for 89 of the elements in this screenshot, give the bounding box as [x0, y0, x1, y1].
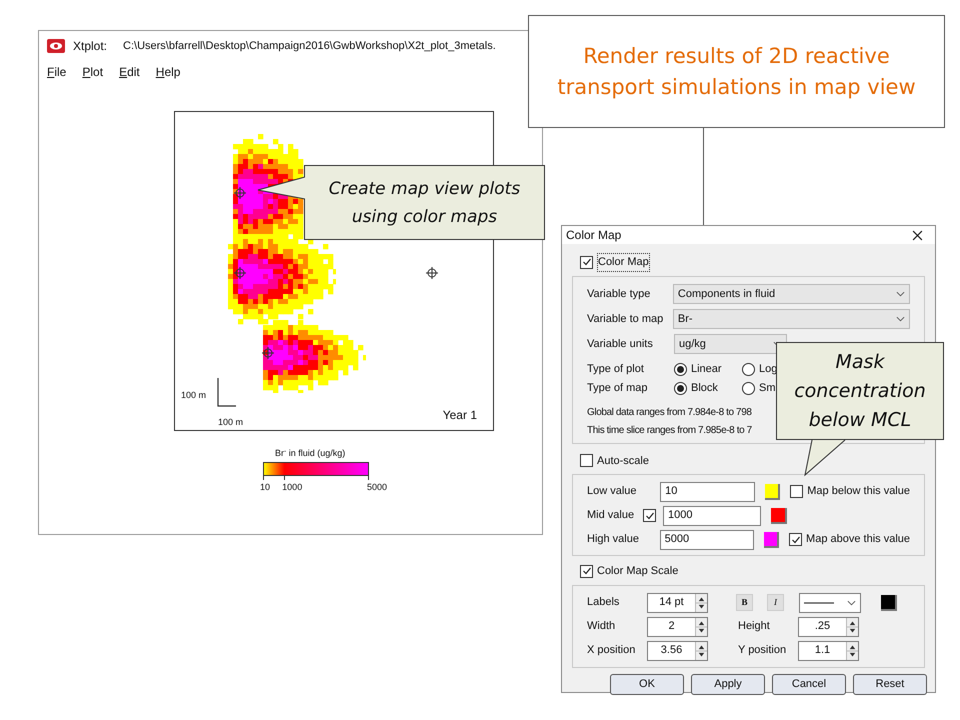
- dropdown[interactable]: Br-: [672, 309, 910, 329]
- dialog-button[interactable]: Cancel: [772, 674, 846, 694]
- color-swatch[interactable]: [881, 594, 897, 610]
- radio-label: Sm: [759, 380, 776, 396]
- field-label: Labels: [587, 595, 620, 610]
- spinner-icon[interactable]: [846, 642, 858, 660]
- tick-label: 10: [260, 480, 270, 494]
- checkbox-label: Color Map Scale: [597, 564, 678, 579]
- spin-field[interactable]: 1.1: [798, 640, 859, 660]
- well-marker-icon: [234, 186, 246, 200]
- field-label: Low value: [587, 484, 638, 500]
- color-swatch[interactable]: [771, 508, 787, 524]
- file-path: C:\Users\bfarrell\Desktop\Champaign2016\GwbWorkshop\X2t_plot_3metals.: [123, 38, 496, 54]
- italic-button[interactable]: I: [767, 594, 784, 611]
- spin-field[interactable]: .25: [798, 616, 859, 636]
- callout: Create map view plots using color maps: [304, 165, 545, 240]
- checkbox[interactable]: [580, 454, 593, 468]
- field-label: High value: [587, 532, 640, 548]
- radio-button[interactable]: [674, 362, 687, 376]
- checkbox[interactable]: [789, 533, 802, 546]
- field-label: Mid value: [587, 508, 636, 524]
- checkbox-label: Map above this value: [806, 532, 910, 548]
- bold-button[interactable]: B: [736, 594, 753, 611]
- scale-label: 100 m: [181, 389, 206, 402]
- callout: Mask concentration below MCL: [776, 342, 944, 440]
- color-swatch[interactable]: [764, 532, 780, 548]
- checkbox[interactable]: [580, 564, 593, 578]
- field-label: X position: [587, 643, 636, 658]
- chevron-down-icon: [896, 316, 905, 322]
- dialog-button[interactable]: Reset: [853, 674, 927, 694]
- year-label: Year 1: [442, 407, 477, 424]
- radio-label: Linear: [691, 362, 722, 377]
- radio-button[interactable]: [742, 382, 755, 394]
- tick-label: 5000: [366, 480, 388, 494]
- close-icon[interactable]: [912, 230, 923, 240]
- field-label: Type of plot: [587, 362, 645, 377]
- dialog-button[interactable]: Apply: [691, 674, 765, 694]
- dialog-title: Color Map: [566, 227, 622, 244]
- value-field[interactable]: 5000: [660, 530, 754, 550]
- menu-item[interactable]: File: [47, 63, 66, 81]
- field-label: Variable units: [587, 336, 654, 352]
- well-marker-icon: [234, 266, 246, 280]
- spinner-icon[interactable]: [695, 642, 707, 660]
- window-title: Xtplot:: [73, 38, 108, 55]
- spinner-icon[interactable]: [695, 618, 707, 636]
- title-callout: Render results of 2D reactive transport simulations in map view: [528, 15, 945, 128]
- checkbox-label: Map below this value: [807, 484, 910, 500]
- colorbar-title: Br$^{-}$ in fluid (ug/kg): [275, 447, 346, 460]
- tick-label: 1000: [282, 480, 302, 494]
- callout-pointer: [257, 176, 305, 200]
- field-label: Variable to map: [587, 312, 664, 327]
- line-style-dropdown[interactable]: [799, 592, 861, 612]
- color-swatch[interactable]: [764, 484, 780, 500]
- spinner-icon[interactable]: [846, 618, 858, 636]
- checkbox-label: Color Map: [597, 253, 650, 272]
- value-field[interactable]: 1000: [663, 506, 761, 526]
- menu-item[interactable]: Plot: [82, 63, 104, 81]
- scale-label: 100 m: [218, 416, 244, 429]
- radio-button[interactable]: [674, 382, 687, 394]
- field-label: Variable type: [587, 286, 652, 302]
- eye-logo-icon: [47, 39, 65, 53]
- dropdown[interactable]: ug/kg: [674, 334, 787, 354]
- checkbox-label: Auto-scale: [597, 454, 649, 468]
- dropdown[interactable]: Components in fluid: [672, 284, 910, 304]
- checkbox[interactable]: [580, 256, 593, 269]
- scale-bar-icon: [217, 378, 236, 407]
- line-sample-icon: [804, 600, 834, 604]
- spin-field[interactable]: 14 pt: [647, 592, 708, 612]
- well-marker-icon: [262, 346, 274, 360]
- well-marker-icon: [426, 266, 438, 280]
- field-label: Type of map: [587, 380, 649, 396]
- field-label: Width: [587, 619, 616, 634]
- spinner-icon[interactable]: [695, 594, 707, 612]
- menu-item[interactable]: Help: [156, 63, 180, 81]
- checkbox[interactable]: [790, 485, 804, 498]
- chevron-down-icon: [896, 291, 905, 297]
- checkbox[interactable]: [643, 509, 656, 522]
- value-field[interactable]: 10: [660, 482, 755, 502]
- radio-button[interactable]: [742, 362, 755, 376]
- field-label: Height: [738, 619, 771, 634]
- spin-field[interactable]: 2: [647, 616, 708, 636]
- chevron-down-icon: [847, 600, 856, 606]
- range-text: Global data ranges from 7.984e-8 to 798: [587, 406, 752, 420]
- field-label: Y position: [738, 643, 788, 658]
- dialog-button[interactable]: OK: [610, 674, 684, 694]
- range-text: This time slice ranges from 7.985e-8 to 7: [587, 424, 752, 438]
- menu-item[interactable]: Edit: [119, 63, 140, 81]
- radio-label: Block: [691, 380, 718, 396]
- spin-field[interactable]: 3.56: [647, 640, 708, 660]
